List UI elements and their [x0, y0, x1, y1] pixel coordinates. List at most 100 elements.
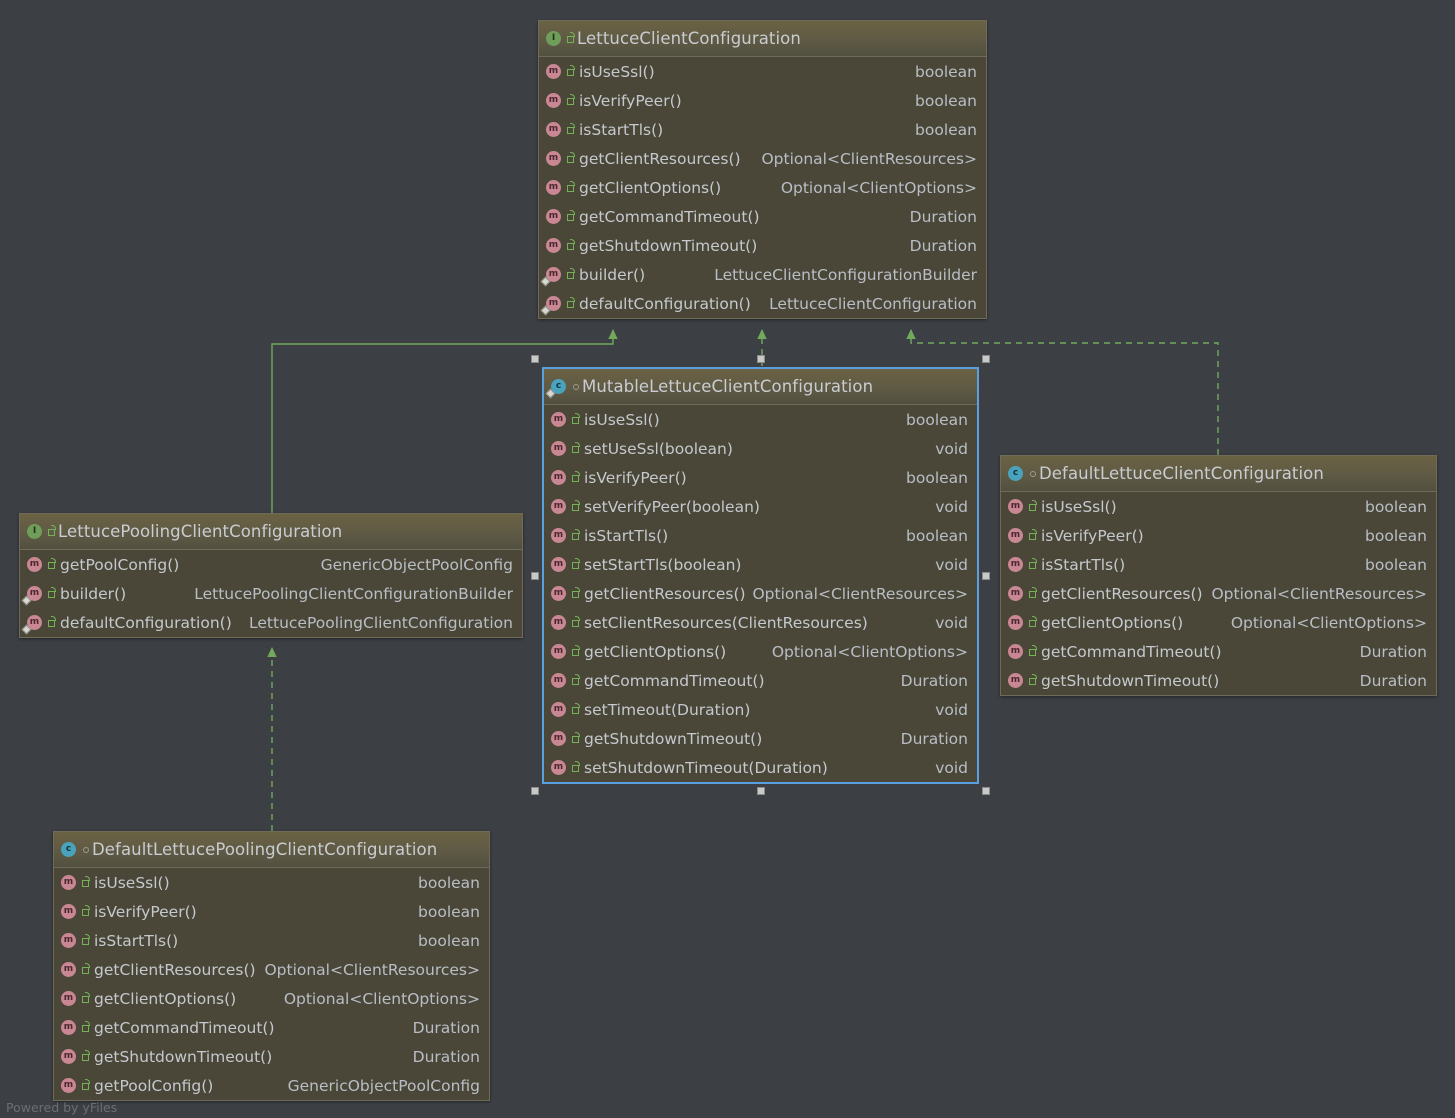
uml-class-node[interactable]: c DefaultLettucePoolingClientConfiguratio… [53, 831, 490, 1101]
member-row[interactable]: m setClientResources(ClientResources) void [544, 608, 977, 637]
member-row[interactable]: m setShutdownTimeout(Duration) void [544, 753, 977, 782]
method-icon: m [21, 586, 42, 606]
public-visibility-icon [81, 1021, 92, 1034]
member-row[interactable]: m getShutdownTimeout() Duration [54, 1042, 489, 1071]
member-type: LettucePoolingClientConfiguration [249, 613, 513, 632]
member-row[interactable]: m getCommandTimeout() Duration [1001, 637, 1436, 666]
member-row[interactable]: m getPoolConfig() GenericObjectPoolConfig [20, 550, 522, 579]
node-title: DefaultLettucePoolingClientConfiguration [92, 840, 438, 859]
method-icon: m [1008, 557, 1023, 572]
member-type: Optional<ClientResources> [761, 149, 977, 168]
member-row[interactable]: m isVerifyPeer() boolean [54, 897, 489, 926]
selection-handle[interactable] [982, 355, 990, 363]
package-private-visibility-icon [1028, 467, 1039, 480]
interface-icon: I [27, 524, 42, 539]
uml-class-node[interactable]: c MutableLettuceClientConfiguration m isUse… [542, 367, 979, 784]
member-row[interactable]: m isUseSsl() boolean [1001, 492, 1436, 521]
node-header[interactable]: I LettuceClientConfiguration [539, 21, 986, 57]
member-row[interactable]: m isStartTls() boolean [1001, 550, 1436, 579]
public-visibility-icon [47, 558, 58, 571]
member-row[interactable]: m getCommandTimeout() Duration [54, 1013, 489, 1042]
method-icon: m [61, 933, 76, 948]
member-row[interactable]: m getClientResources() Optional<ClientReso… [544, 579, 977, 608]
member-row[interactable]: m isUseSsl() boolean [54, 868, 489, 897]
member-type: Optional<ClientOptions> [1230, 613, 1427, 632]
public-visibility-icon [571, 529, 582, 542]
member-row[interactable]: m getPoolConfig() GenericObjectPoolConfig [54, 1071, 489, 1100]
public-visibility-icon [566, 94, 577, 107]
public-visibility-icon [81, 963, 92, 976]
member-row[interactable]: m isUseSsl() boolean [544, 405, 977, 434]
member-row[interactable]: m getCommandTimeout() Duration [539, 202, 986, 231]
member-type: void [935, 700, 968, 719]
member-row[interactable]: m isStartTls() boolean [539, 115, 986, 144]
member-name: isVerifyPeer() [1041, 526, 1144, 545]
class-icon: c [545, 379, 566, 399]
member-row[interactable]: m getClientOptions() Optional<ClientOption… [1001, 608, 1436, 637]
member-type: GenericObjectPoolConfig [320, 555, 513, 574]
member-row[interactable]: m setVerifyPeer(boolean) void [544, 492, 977, 521]
node-header[interactable]: I LettucePoolingClientConfiguration [20, 514, 522, 550]
member-row[interactable]: m builder() LettucePoolingClientConfigurat… [20, 579, 522, 608]
selection-handle[interactable] [756, 355, 765, 363]
node-header[interactable]: c DefaultLettucePoolingClientConfiguratio… [54, 832, 489, 868]
member-row[interactable]: m getClientResources() Optional<ClientReso… [54, 955, 489, 984]
public-visibility-icon [47, 525, 58, 538]
member-row[interactable]: m setStartTls(boolean) void [544, 550, 977, 579]
selection-handle[interactable] [531, 787, 539, 795]
member-row[interactable]: m setTimeout(Duration) void [544, 695, 977, 724]
node-header[interactable]: c DefaultLettuceClientConfiguration [1001, 456, 1436, 492]
member-row[interactable]: m setUseSsl(boolean) void [544, 434, 977, 463]
uml-class-node[interactable]: I LettuceClientConfiguration m isUseSsl() bo… [538, 20, 987, 319]
member-row[interactable]: m getClientOptions() Optional<ClientOption… [539, 173, 986, 202]
member-row[interactable]: m getCommandTimeout() Duration [544, 666, 977, 695]
member-row[interactable]: m getShutdownTimeout() Duration [1001, 666, 1436, 695]
member-row[interactable]: m defaultConfiguration() LettucePoolingCli… [20, 608, 522, 637]
member-type: Duration [909, 207, 977, 226]
public-visibility-icon [47, 616, 58, 629]
member-row[interactable]: m getClientResources() Optional<ClientReso… [539, 144, 986, 173]
member-name: getPoolConfig() [94, 1076, 214, 1095]
member-row[interactable]: m builder() LettuceClientConfigurationBuil… [539, 260, 986, 289]
method-icon: m [1008, 644, 1023, 659]
member-name: getShutdownTimeout() [1041, 671, 1220, 690]
public-visibility-icon [81, 992, 92, 1005]
uml-class-node[interactable]: I LettucePoolingClientConfiguration m getPo… [19, 513, 523, 638]
member-row[interactable]: m isUseSsl() boolean [539, 57, 986, 86]
member-row[interactable]: m getClientOptions() Optional<ClientOption… [54, 984, 489, 1013]
member-row[interactable]: m isVerifyPeer() boolean [1001, 521, 1436, 550]
member-row[interactable]: m getClientResources() Optional<ClientReso… [1001, 579, 1436, 608]
member-row[interactable]: m getShutdownTimeout() Duration [544, 724, 977, 753]
diagram-canvas[interactable]: I LettuceClientConfiguration m isUseSsl() bo… [0, 0, 1455, 1118]
member-type: Duration [412, 1018, 480, 1037]
member-name: isStartTls() [579, 120, 664, 139]
node-header[interactable]: c MutableLettuceClientConfiguration [544, 369, 977, 405]
member-row[interactable]: m isStartTls() boolean [54, 926, 489, 955]
member-row[interactable]: m isStartTls() boolean [544, 521, 977, 550]
uml-class-node[interactable]: c DefaultLettuceClientConfiguration m isUse… [1000, 455, 1437, 696]
member-row[interactable]: m defaultConfiguration() LettuceClientConf… [539, 289, 986, 318]
member-name: setShutdownTimeout(Duration) [584, 758, 828, 777]
selection-handle[interactable] [756, 787, 765, 795]
method-icon: m [61, 1049, 76, 1064]
public-visibility-icon [81, 1050, 92, 1063]
method-icon: m [546, 151, 561, 166]
method-icon: m [1008, 615, 1023, 630]
method-icon: m [540, 267, 561, 287]
member-type: Optional<ClientOptions> [780, 178, 977, 197]
member-type: boolean [1365, 555, 1427, 574]
public-visibility-icon [571, 674, 582, 687]
method-icon: m [546, 238, 561, 253]
selection-handle[interactable] [982, 787, 990, 795]
selection-handle[interactable] [982, 571, 990, 580]
member-row[interactable]: m isVerifyPeer() boolean [539, 86, 986, 115]
member-row[interactable]: m getClientOptions() Optional<ClientOption… [544, 637, 977, 666]
member-name: getClientResources() [94, 960, 256, 979]
selection-handle[interactable] [531, 355, 539, 363]
member-type: Duration [909, 236, 977, 255]
method-icon: m [546, 180, 561, 195]
public-visibility-icon [571, 442, 582, 455]
member-row[interactable]: m isVerifyPeer() boolean [544, 463, 977, 492]
member-row[interactable]: m getShutdownTimeout() Duration [539, 231, 986, 260]
selection-handle[interactable] [531, 571, 539, 580]
